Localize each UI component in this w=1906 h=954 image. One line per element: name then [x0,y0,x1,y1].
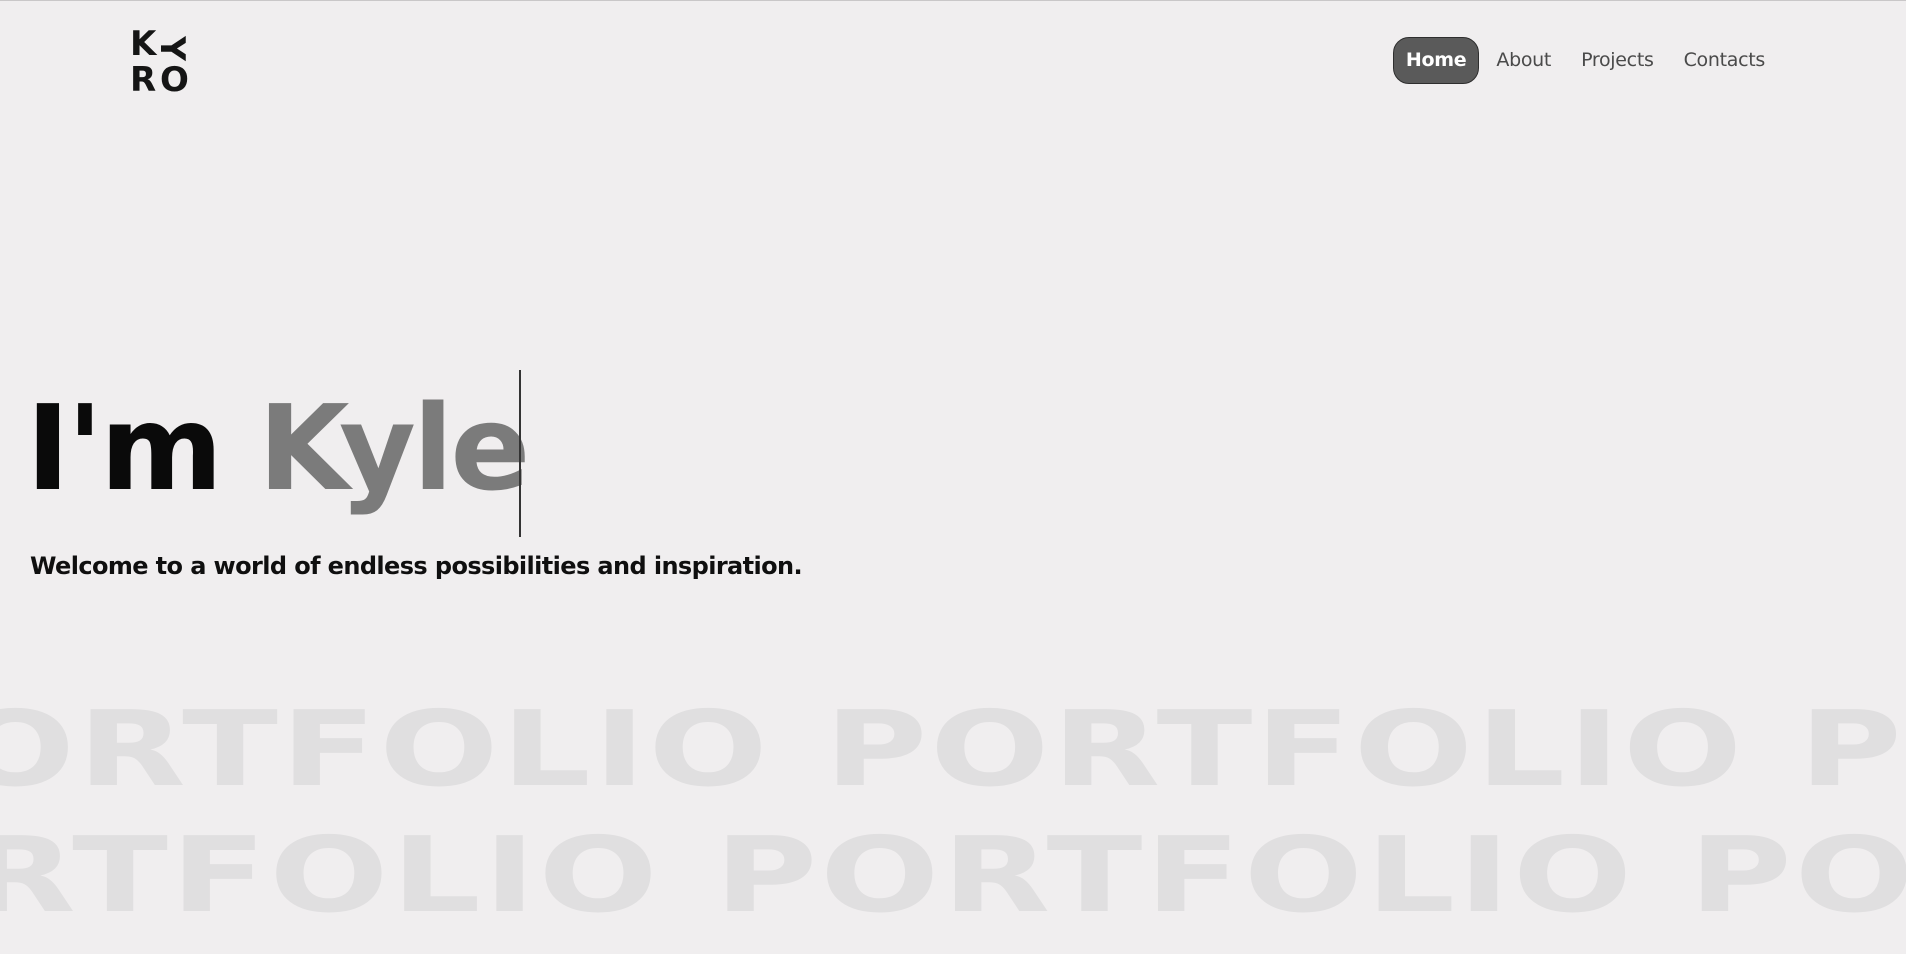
marquee-word: PORTFOLIO [0,823,661,927]
marquee-word: PORTFOLIO [1688,823,1906,927]
hero-prefix: I'm [26,379,259,517]
logo[interactable]: K Y R O [128,25,198,97]
hero-subtitle: Welcome to a world of endless possibilit… [30,552,803,580]
logo-letter-r: R [130,60,156,100]
marquee-word: PORTFOLIO [824,697,1745,801]
hero-name: Kyle [258,379,530,517]
marquee-row-2: PORTFOLIO PORTFOLIO PORTFOLIO [0,823,1906,927]
nav-projects[interactable]: Projects [1568,39,1667,82]
nav-about[interactable]: About [1483,39,1564,82]
page: K Y R O Home About Projects Contacts I'm… [0,0,1906,954]
nav-home[interactable]: Home [1392,37,1480,84]
marquee-word: PORTFOLIO [1798,697,1906,801]
nav-contacts[interactable]: Contacts [1671,39,1778,82]
typing-caret [519,370,521,537]
marquee-row-1: PORTFOLIO PORTFOLIO PORTFOLIO [0,697,1906,801]
hero-title: I'm Kyle [26,389,530,507]
logo-letter-y: Y [151,36,192,60]
marquee-word: PORTFOLIO [0,697,771,801]
main-nav: Home About Projects Contacts [1392,37,1778,84]
marquee-word: PORTFOLIO [714,823,1635,927]
logo-letter-o: O [160,60,189,100]
